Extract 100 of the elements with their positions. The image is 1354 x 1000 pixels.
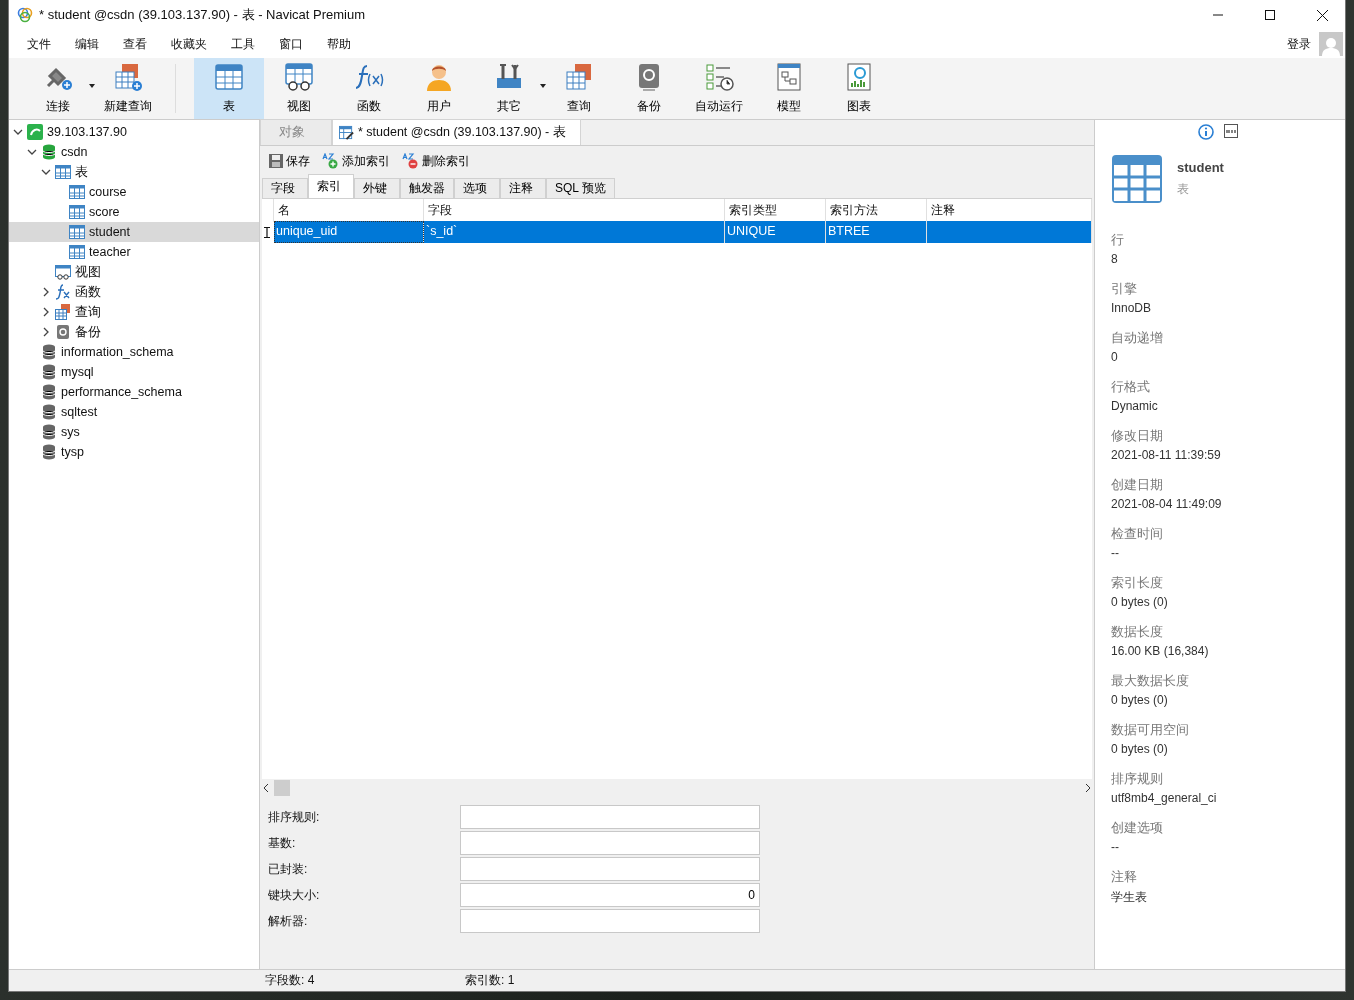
tree-item[interactable]: teacher [9, 242, 259, 262]
property-label: 行格式 [1111, 379, 1151, 396]
close-icon[interactable] [1316, 9, 1328, 21]
menu-item[interactable]: 查看 [111, 35, 159, 53]
chevron-icon[interactable] [27, 147, 37, 157]
property-value: 0 [1111, 350, 1119, 364]
sort-minus-icon [402, 153, 420, 169]
tree-item[interactable]: csdn [9, 142, 259, 162]
toolbar-button[interactable]: 新建查询 [93, 58, 163, 119]
toolbar-button[interactable]: 视图 [264, 58, 334, 119]
ddl-icon[interactable] [1224, 124, 1238, 138]
table-cell[interactable]: `s_id` [424, 221, 725, 243]
menu-item[interactable]: 窗口 [267, 35, 315, 53]
status-text: 字段数: 4 [265, 972, 316, 989]
scrollbar-thumb[interactable] [274, 780, 290, 796]
tab[interactable]: 字段 [262, 178, 308, 198]
input-field[interactable] [460, 909, 760, 933]
property-value: InnoDB [1111, 301, 1153, 315]
tree-item[interactable]: 39.103.137.90 [9, 122, 259, 142]
tree-item[interactable]: 函数 [9, 282, 259, 302]
tree-item[interactable]: sys [9, 422, 259, 442]
tree-item[interactable]: student [9, 222, 259, 242]
input-field[interactable] [460, 805, 760, 829]
field-label: 键块大小: [268, 886, 321, 904]
toolbar-button[interactable]: 备份 [614, 58, 684, 119]
toolbar-button[interactable]: 模型 [754, 58, 824, 119]
toolbar-button[interactable]: 自动运行 [684, 58, 754, 119]
maximize-icon[interactable] [1265, 10, 1275, 20]
field-label: 基数: [268, 834, 297, 852]
toolbar-button[interactable]: 查询 [544, 58, 614, 119]
tree-item[interactable]: score [9, 202, 259, 222]
tree-item[interactable]: course [9, 182, 259, 202]
toolbar-button[interactable]: 表 [194, 58, 264, 119]
tab[interactable]: 外键 [354, 178, 400, 198]
scroll-left-icon[interactable] [262, 783, 270, 793]
function-icon [353, 62, 385, 92]
property-label: 修改日期 [1111, 428, 1164, 445]
tab[interactable]: 索引 [308, 174, 354, 198]
toolbar-button[interactable]: 保存 [264, 150, 314, 172]
caret-icon[interactable] [89, 84, 95, 88]
property-value: 学生表 [1111, 889, 1148, 906]
toolbar-button[interactable]: 连接 [23, 58, 93, 119]
chevron-icon[interactable] [41, 167, 51, 177]
table-cell[interactable] [927, 221, 1092, 243]
menu-item[interactable]: 文件 [15, 35, 63, 53]
menu-item[interactable]: 工具 [219, 35, 267, 53]
tree-item[interactable]: mysql [9, 362, 259, 382]
tree-item[interactable]: 查询 [9, 302, 259, 322]
menu-item[interactable]: 收藏夹 [159, 35, 219, 53]
login-link[interactable]: 登录 [1287, 35, 1311, 53]
tree-item[interactable]: sqltest [9, 402, 259, 422]
field-label: 已封装: [268, 860, 309, 878]
scroll-right-icon[interactable] [1084, 783, 1092, 793]
tree-item[interactable]: performance_schema [9, 382, 259, 402]
property-value: utf8mb4_general_ci [1111, 791, 1218, 805]
property-label: 排序规则 [1111, 771, 1164, 788]
database-icon [41, 144, 57, 160]
toolbar-button[interactable]: 删除索引 [398, 150, 474, 172]
toolbar-button[interactable]: 用户 [404, 58, 474, 119]
backup-icon [55, 324, 71, 340]
tree-item[interactable]: information_schema [9, 342, 259, 362]
menu-item[interactable]: 帮助 [315, 35, 363, 53]
tab[interactable]: 触发器 [400, 178, 454, 198]
chevron-icon[interactable] [41, 327, 51, 337]
menu-item[interactable]: 编辑 [63, 35, 111, 53]
chevron-icon[interactable] [41, 287, 51, 297]
table-icon [55, 164, 71, 180]
input-field[interactable] [460, 857, 760, 881]
property-value: 8 [1111, 252, 1119, 266]
tree-item[interactable]: 表 [9, 162, 259, 182]
table-cell[interactable]: BTREE [826, 221, 927, 243]
horizontal-scrollbar[interactable] [262, 779, 1092, 797]
table-cell[interactable]: unique_uid [274, 221, 424, 243]
toolbar-button[interactable]: 图表 [824, 58, 894, 119]
function-icon [55, 284, 71, 300]
property-label: 最大数据长度 [1111, 673, 1190, 690]
tree-item[interactable]: tysp [9, 442, 259, 462]
property-label: 自动递增 [1111, 330, 1164, 347]
database-icon [41, 444, 57, 460]
info-icon[interactable] [1198, 124, 1214, 140]
input-field[interactable] [460, 831, 760, 855]
document-tab[interactable]: * student @csdn (39.103.137.90) - 表 [332, 119, 581, 145]
property-label: 创建日期 [1111, 477, 1164, 494]
property-label: 检查时间 [1111, 526, 1164, 543]
tab[interactable]: 注释 [500, 178, 546, 198]
tab[interactable]: 选项 [454, 178, 500, 198]
property-label: 创建选项 [1111, 820, 1164, 837]
chevron-icon[interactable] [13, 127, 23, 137]
toolbar-button[interactable]: 其它 [474, 58, 544, 119]
input-field[interactable]: 0 [460, 883, 760, 907]
toolbar-button[interactable]: 函数 [334, 58, 404, 119]
table-icon [69, 244, 85, 260]
tab[interactable]: SQL 预览 [546, 178, 615, 198]
caret-icon[interactable] [540, 84, 546, 88]
property-value: 0 bytes (0) [1111, 595, 1169, 609]
chevron-icon[interactable] [41, 307, 51, 317]
table-cell[interactable]: UNIQUE [725, 221, 826, 243]
tree-item[interactable]: 备份 [9, 322, 259, 342]
toolbar-button[interactable]: 添加索引 [318, 150, 394, 172]
tree-item[interactable]: 视图 [9, 262, 259, 282]
